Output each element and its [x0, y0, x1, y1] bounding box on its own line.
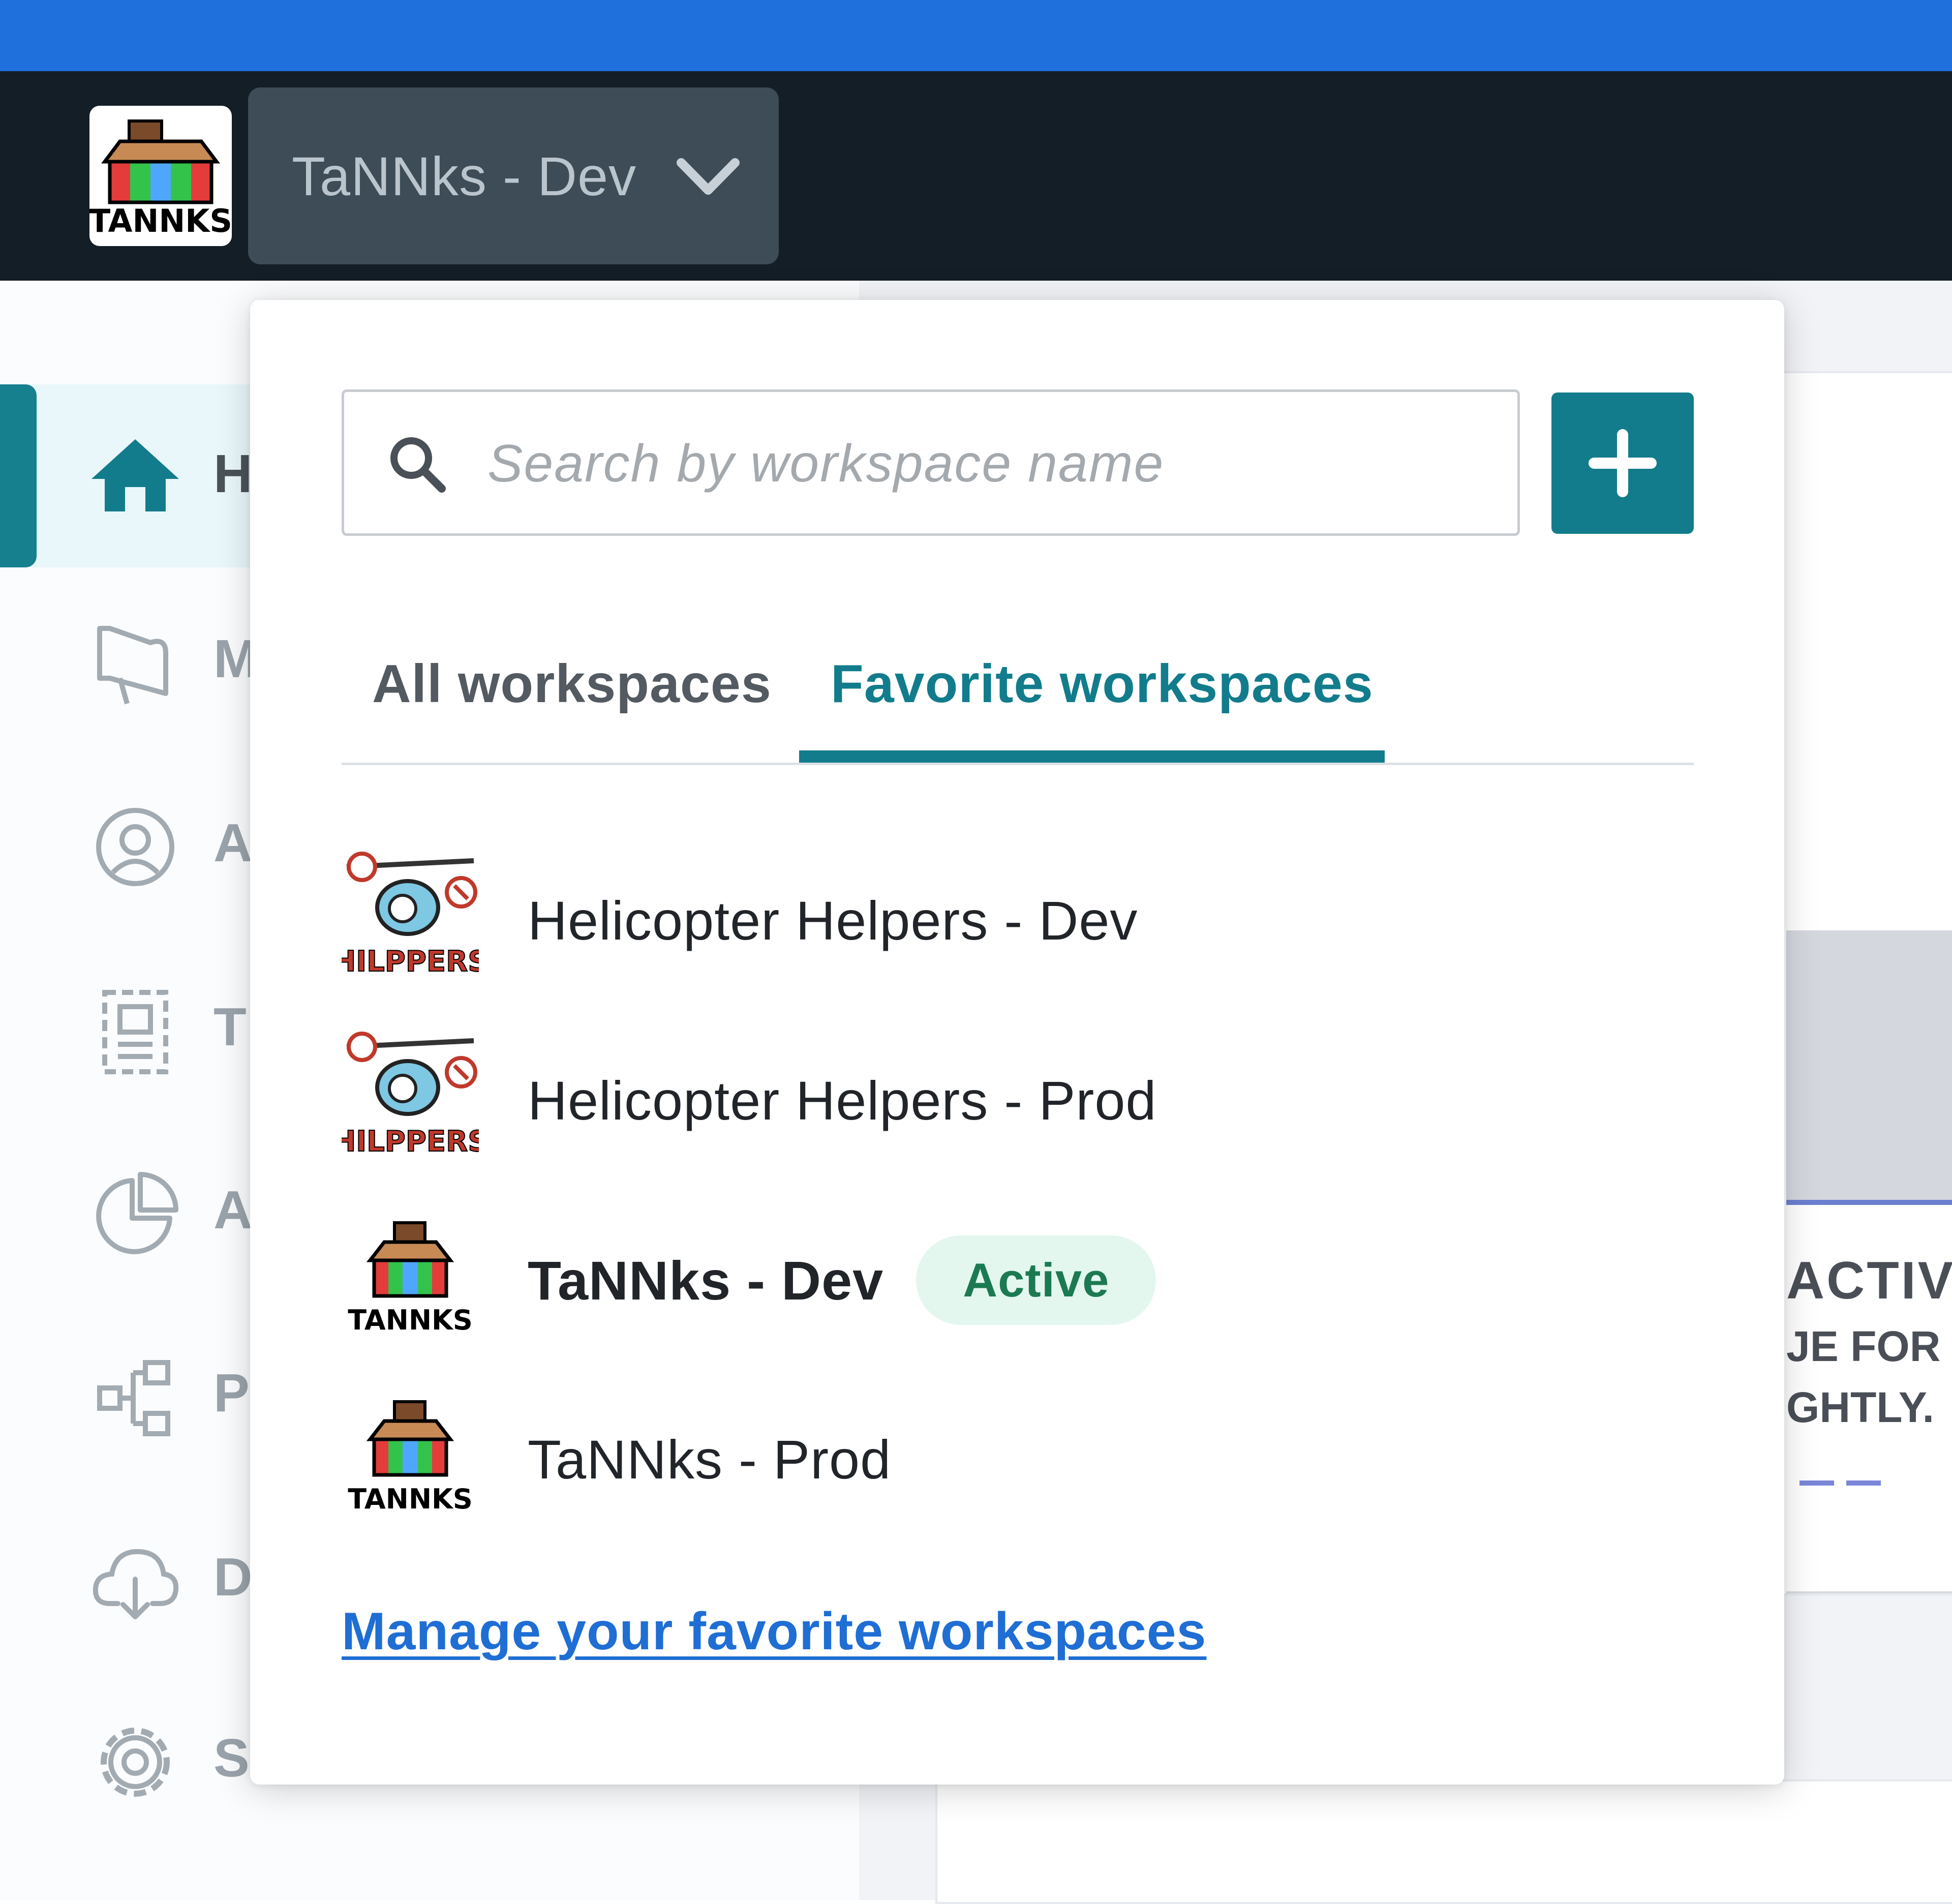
app-logo[interactable]: TANNKS [89, 106, 232, 246]
background-text-line: JE FOR T [1786, 1322, 1952, 1370]
megaphone-icon [97, 626, 168, 705]
sidebar-item-label: A [214, 1180, 253, 1240]
helicopter-helpers-logo-icon: HILPPERS [342, 852, 479, 979]
search-box [342, 389, 1520, 536]
tannks-logo-icon: TANNKS [348, 1221, 473, 1336]
workspace-switcher-label: TaNNks - Dev [292, 145, 637, 207]
tannks-logo-icon: TANNKS [348, 1400, 473, 1515]
tab-all-workspaces[interactable]: All workspaces [372, 620, 772, 747]
logo-text: HILPPERS [342, 945, 479, 978]
bottom-card [935, 1779, 1952, 1904]
logo-text: TANNKS [348, 1483, 473, 1515]
tannks-logo-icon: TANNKS [89, 119, 232, 239]
workspace-switcher[interactable]: TaNNks - Dev [248, 87, 779, 264]
template-icon [102, 990, 168, 1074]
chevron-down-icon [677, 158, 740, 195]
background-text-line: GHTLY. [1786, 1383, 1934, 1431]
sidebar-item-label: D [214, 1547, 253, 1607]
workspace-item-helicopter-prod[interactable]: HILPPERS Helicopter Helpers - Prod [342, 1024, 1694, 1176]
logo-text: HILPPERS [342, 1125, 479, 1158]
sidebar-item-label: H [214, 444, 253, 504]
background-heading: ACTIV [1786, 1251, 1952, 1310]
workspace-name: Helicopter Helpers - Dev [528, 889, 1138, 951]
workspace-item-tannks-prod[interactable]: TANNKS TaNNks - Prod [342, 1383, 1694, 1535]
workspace-item-tannks-dev[interactable]: TANNKS TaNNks - Dev Active [342, 1204, 1694, 1356]
top-accent-bar [0, 0, 1952, 71]
sidebar-item-label: P [214, 1363, 250, 1423]
workspace-tabs: All workspaces Favorite workspaces [342, 620, 1694, 765]
logo-text: TANNKS [348, 1304, 473, 1336]
search-input[interactable] [486, 412, 1495, 515]
flow-icon [97, 1360, 170, 1436]
plus-icon [1589, 429, 1657, 497]
workspace-name: Helicopter Helpers - Prod [528, 1069, 1157, 1131]
sidebar-item-label: T [214, 997, 247, 1057]
active-badge: Active [916, 1235, 1156, 1325]
home-icon [92, 439, 179, 511]
search-icon [390, 437, 446, 493]
workspace-item-helicopter-dev[interactable]: HILPPERS Helicopter Helpers - Dev [342, 844, 1694, 996]
logo-text: TANNKS [89, 202, 232, 239]
pie-chart-icon [96, 1172, 178, 1254]
workspace-name: TaNNks - Dev [528, 1249, 884, 1311]
workspace-name: TaNNks - Prod [528, 1428, 892, 1490]
manage-favorites-link[interactable]: Manage your favorite workspaces [342, 1601, 1206, 1662]
tab-favorite-workspaces[interactable]: Favorite workspaces [831, 620, 1374, 747]
user-circle-icon [96, 808, 174, 886]
tab-selected-indicator [799, 750, 1385, 763]
sidebar-item-label: S [214, 1728, 250, 1788]
dashed-line [1800, 1480, 1881, 1486]
helicopter-helpers-logo-icon: HILPPERS [342, 1032, 479, 1159]
chart-block [1786, 930, 1952, 1205]
workspace-dropdown: All workspaces Favorite workspaces HILPP… [250, 300, 1784, 1785]
sidebar-active-indicator [0, 384, 37, 567]
cloud-download-icon [93, 1549, 179, 1619]
sidebar-item-label: A [214, 813, 253, 873]
gear-icon [101, 1728, 170, 1797]
add-workspace-button[interactable] [1551, 392, 1694, 534]
divider [1786, 1591, 1952, 1593]
